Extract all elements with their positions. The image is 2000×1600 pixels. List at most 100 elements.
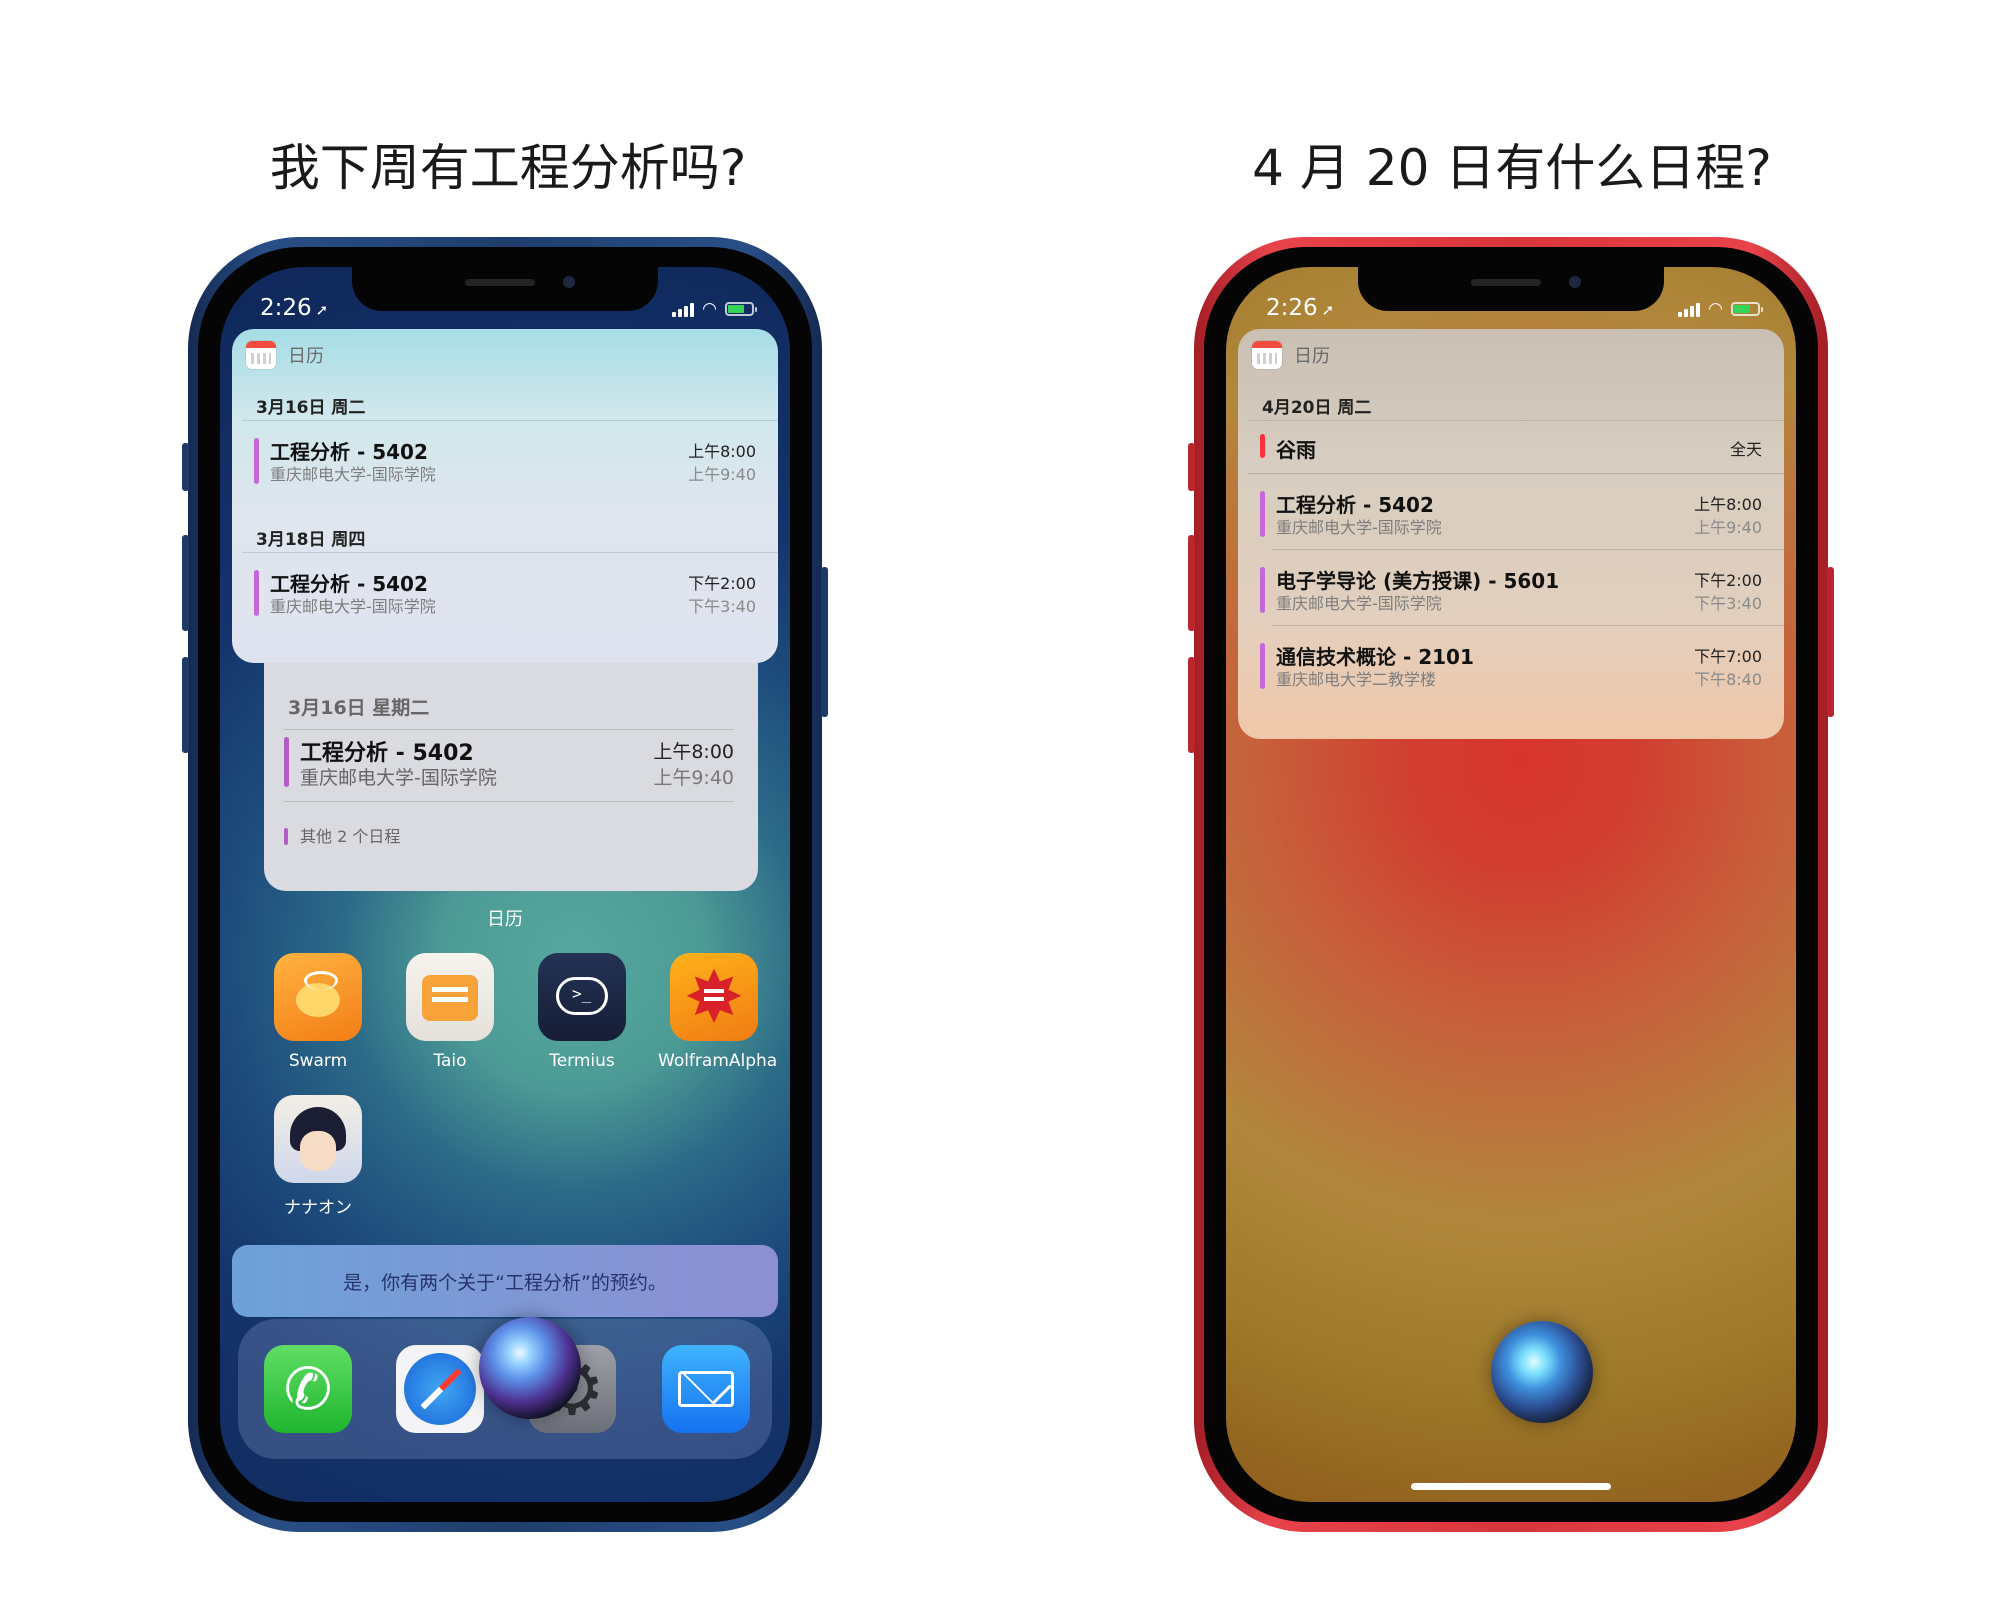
left-caption: 我下周有工程分析吗? bbox=[269, 139, 747, 197]
event-row[interactable]: 工程分析 - 5402 重庆邮电大学-国际学院 上午8:00 上午9:40 bbox=[1260, 489, 1762, 541]
status-time: 2:26 ➚ bbox=[260, 295, 329, 321]
calendar-color-bar bbox=[254, 438, 259, 484]
bezel: 2:26 ➚ ◠ 日历 4月20日 周二 谷雨 全天 工程分析 - 5402 重… bbox=[1204, 247, 1818, 1522]
event-row[interactable]: 工程分析 - 5402 重庆邮电大学-国际学院 下午2:00 下午3:40 bbox=[254, 568, 756, 620]
widget-header: 日历 bbox=[1252, 341, 1330, 369]
location-arrow-icon: ➚ bbox=[315, 301, 329, 319]
app-label: Termius bbox=[549, 1051, 615, 1071]
screen: 2:26 ➚ ◠ 日历 4月20日 周二 谷雨 全天 工程分析 - 5402 重… bbox=[1226, 267, 1796, 1502]
siri-calendar-widget[interactable]: 日历 3月16日 周二 工程分析 - 5402 重庆邮电大学-国际学院 上午8:… bbox=[232, 329, 778, 663]
all-day-event-row[interactable]: 谷雨 全天 bbox=[1260, 434, 1762, 464]
event-end: 上午9:40 bbox=[688, 465, 756, 484]
app-termius[interactable]: Termius bbox=[526, 953, 638, 1071]
home-indicator[interactable] bbox=[1411, 1483, 1611, 1490]
divider bbox=[1272, 625, 1784, 626]
event-start: 下午2:00 bbox=[1694, 571, 1762, 590]
wifi-icon: ◠ bbox=[702, 299, 717, 319]
power-button bbox=[821, 567, 828, 717]
event-row[interactable]: 电子学导论 (美方授课) - 5601 重庆邮电大学-国际学院 下午2:00 下… bbox=[1260, 565, 1762, 617]
status-time: 2:26 ➚ bbox=[1266, 295, 1335, 321]
bezel: 2:26➚ ◠ 日历 3月16日 周二 工程分析 - 5402 重庆邮电大学- bbox=[198, 247, 812, 1522]
event-row[interactable]: 通信技术概论 - 2101 重庆邮电大学二教学楼 下午7:00 下午8:40 bbox=[1260, 641, 1762, 693]
divider bbox=[242, 552, 778, 553]
more-events-text: 其他 2 个日程 bbox=[284, 823, 400, 847]
app-wolframalpha[interactable]: WolframAlpha bbox=[658, 953, 778, 1071]
notch bbox=[1358, 267, 1664, 311]
screen: 2:26➚ ◠ 日历 3月16日 周二 工程分析 - 5402 重庆邮电大学- bbox=[220, 267, 790, 1502]
event-location: 重庆邮电大学二教学楼 bbox=[1276, 670, 1437, 689]
app-swarm[interactable]: Swarm bbox=[262, 953, 374, 1071]
event-end: 上午9:40 bbox=[1694, 518, 1762, 537]
left-phone: 2:26➚ ◠ 日历 3月16日 周二 工程分析 - 5402 重庆邮电大学- bbox=[182, 237, 828, 1532]
app-label: Swarm bbox=[288, 1051, 348, 1071]
divider bbox=[1248, 473, 1784, 474]
app-nanaon[interactable]: ナナオン bbox=[262, 1095, 374, 1218]
power-button bbox=[1827, 567, 1834, 717]
calendar-home-widget[interactable]: 3月16日 星期二 工程分析 - 5402 重庆邮电大学-国际学院 上午8:00… bbox=[264, 663, 758, 891]
calendar-app-icon bbox=[246, 341, 276, 369]
day-header: 4月20日 周二 bbox=[1262, 398, 1372, 418]
notch bbox=[352, 267, 658, 311]
cellular-signal-icon bbox=[672, 301, 695, 317]
widget-header: 日历 bbox=[246, 341, 324, 369]
calendar-color-bar bbox=[1260, 567, 1265, 613]
siri-orb-icon[interactable] bbox=[479, 1317, 581, 1419]
calendar-color-bar bbox=[254, 570, 259, 616]
event-start: 上午8:00 bbox=[1694, 495, 1762, 514]
right-phone: 2:26 ➚ ◠ 日历 4月20日 周二 谷雨 全天 工程分析 - 5402 重… bbox=[1188, 237, 1834, 1532]
siri-response: 是，你有两个关于“工程分析”的预约。 bbox=[232, 1245, 778, 1317]
volume-down-button bbox=[182, 657, 189, 753]
siri-orb-icon[interactable] bbox=[1491, 1321, 1593, 1423]
widget-date: 3月16日 星期二 bbox=[288, 697, 430, 719]
cellular-signal-icon bbox=[1678, 301, 1701, 317]
divider bbox=[1248, 420, 1784, 421]
wifi-icon: ◠ bbox=[1708, 299, 1723, 319]
calendar-color-bar bbox=[1260, 491, 1265, 537]
wolfram-icon bbox=[670, 953, 758, 1041]
battery-charging-icon bbox=[725, 302, 757, 316]
event-end: 下午3:40 bbox=[688, 597, 756, 616]
holiday-color-bar bbox=[1260, 434, 1265, 458]
speaker bbox=[465, 279, 535, 286]
event-end: 下午3:40 bbox=[1694, 594, 1762, 613]
app-taio[interactable]: Taio bbox=[394, 953, 506, 1071]
taio-icon bbox=[406, 953, 494, 1041]
safari-icon[interactable] bbox=[396, 1345, 484, 1433]
siri-calendar-widget[interactable]: 日历 4月20日 周二 谷雨 全天 工程分析 - 5402 重庆邮电大学-国际学… bbox=[1238, 329, 1784, 739]
event-end: 下午8:40 bbox=[1694, 670, 1762, 689]
action-button bbox=[182, 443, 189, 491]
swarm-icon bbox=[274, 953, 362, 1041]
event-title: 谷雨 bbox=[1276, 438, 1316, 462]
widget-app-name: 日历 bbox=[1294, 346, 1330, 367]
app-label: WolframAlpha bbox=[658, 1051, 778, 1071]
event-start: 上午8:00 bbox=[688, 442, 756, 461]
volume-up-button bbox=[1188, 535, 1195, 631]
phone-icon[interactable] bbox=[264, 1345, 352, 1433]
volume-down-button bbox=[1188, 657, 1195, 753]
app-label: Taio bbox=[433, 1051, 467, 1071]
divider bbox=[242, 420, 778, 421]
event-row: 工程分析 - 5402 重庆邮电大学-国际学院 上午8:00 上午9:40 bbox=[284, 735, 734, 791]
event-location: 重庆邮电大学-国际学院 bbox=[270, 597, 436, 616]
front-camera bbox=[563, 276, 575, 288]
day-header: 3月16日 周二 bbox=[256, 398, 366, 418]
divider bbox=[1272, 549, 1784, 550]
mail-icon[interactable] bbox=[662, 1345, 750, 1433]
event-end: 上午9:40 bbox=[653, 767, 734, 789]
event-location: 重庆邮电大学-国际学院 bbox=[1276, 518, 1442, 537]
calendar-app-icon bbox=[1252, 341, 1282, 369]
calendar-color-bar bbox=[284, 737, 289, 787]
speaker bbox=[1471, 279, 1541, 286]
event-start: 上午8:00 bbox=[653, 741, 734, 763]
right-caption: 4 月 20 日有什么日程? bbox=[1252, 139, 1772, 197]
action-button bbox=[1188, 443, 1195, 491]
day-header: 3月18日 周四 bbox=[256, 530, 366, 550]
event-start: 下午7:00 bbox=[1694, 647, 1762, 666]
event-location: 重庆邮电大学-国际学院 bbox=[270, 465, 436, 484]
event-row[interactable]: 工程分析 - 5402 重庆邮电大学-国际学院 上午8:00 上午9:40 bbox=[254, 436, 756, 488]
calendar-color-bar bbox=[1260, 643, 1265, 689]
event-location: 重庆邮电大学-国际学院 bbox=[300, 767, 497, 789]
divider bbox=[284, 801, 734, 802]
app-label: ナナオン bbox=[284, 1198, 352, 1218]
termius-icon bbox=[538, 953, 626, 1041]
